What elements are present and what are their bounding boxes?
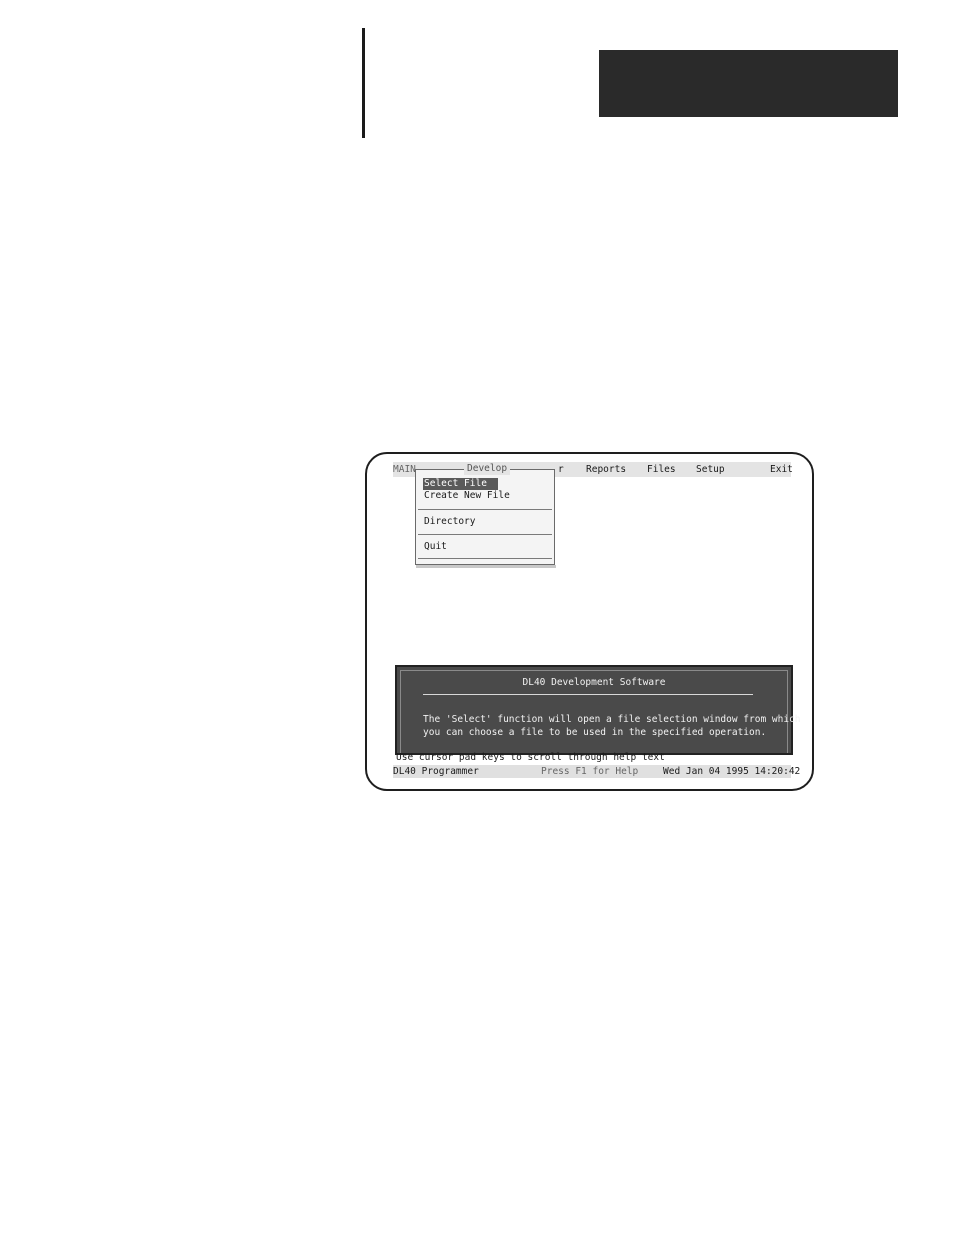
- menu-separator: [418, 558, 552, 559]
- help-divider: [423, 694, 753, 695]
- help-title: DL40 Development Software: [522, 677, 666, 688]
- screenshot-frame: MAIN r Reports Files Setup Exit Develop …: [365, 452, 814, 791]
- help-key-hint: Press F1 for Help: [541, 766, 639, 777]
- dropdown-title: Develop: [464, 463, 511, 475]
- help-panel[interactable]: DL40 Development Software The 'Select' f…: [395, 665, 801, 755]
- menu-reports[interactable]: Reports: [586, 464, 626, 475]
- menu-separator: [418, 534, 552, 535]
- terminal-screen: MAIN r Reports Files Setup Exit Develop …: [393, 462, 801, 782]
- dropdown-shadow: [416, 565, 556, 568]
- menu-item-directory[interactable]: Directory: [423, 516, 476, 528]
- help-text-line: The 'Select' function will open a file s…: [423, 714, 801, 725]
- hint-line: Use cursor pad keys to scroll through he…: [396, 752, 665, 763]
- menu-setup[interactable]: Setup: [696, 464, 725, 475]
- program-name: DL40 Programmer: [393, 766, 479, 777]
- margin-rule: [362, 28, 365, 138]
- status-bar: DL40 Programmer Press F1 for Help Wed Ja…: [393, 765, 800, 778]
- menu-item-select-file[interactable]: Select File: [423, 478, 498, 490]
- chapter-header-block: [599, 50, 898, 117]
- menu-partial-item[interactable]: r: [558, 464, 564, 475]
- menu-main[interactable]: MAIN: [393, 464, 416, 475]
- develop-dropdown: Develop Select File Create New File Dire…: [415, 463, 556, 568]
- help-text-line: you can choose a file to be used in the …: [423, 727, 767, 738]
- menu-files[interactable]: Files: [647, 464, 676, 475]
- date-time: Wed Jan 04 1995 14:20:42: [663, 766, 801, 777]
- menu-item-create-new-file[interactable]: Create New File: [423, 490, 511, 502]
- menu-separator: [418, 509, 552, 510]
- menu-exit[interactable]: Exit: [770, 464, 793, 475]
- menu-item-quit[interactable]: Quit: [423, 541, 448, 553]
